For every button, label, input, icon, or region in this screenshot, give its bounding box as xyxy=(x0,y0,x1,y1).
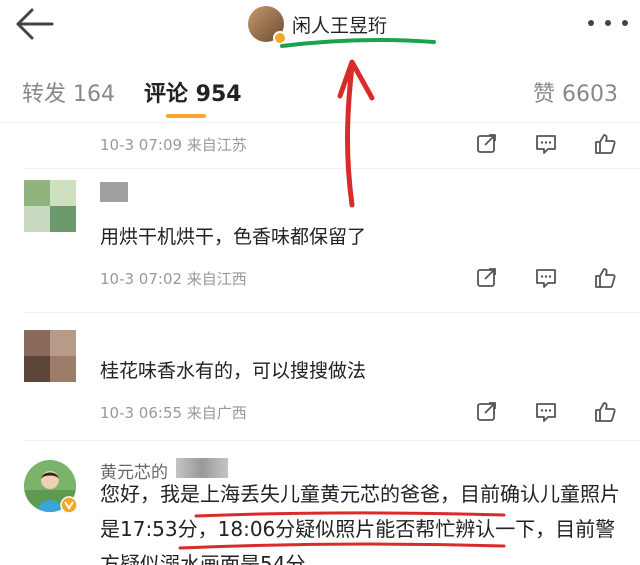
divider xyxy=(24,168,640,169)
arrow-left-icon[interactable] xyxy=(12,6,56,42)
tab-bar: 转发 164 评论 954 赞 6603 xyxy=(0,70,640,120)
comment-text: 您好，我是上海丢失儿童黄元芯的爸爸，目前确认儿童照片是17:53分，18:06分… xyxy=(100,482,620,565)
author-avatar[interactable] xyxy=(248,6,287,45)
like-icon[interactable] xyxy=(594,401,616,423)
tab-repost[interactable]: 转发 164 xyxy=(22,76,115,108)
active-tab-indicator xyxy=(166,114,206,118)
comment-icon[interactable] xyxy=(535,133,557,155)
like-icon[interactable] xyxy=(594,267,616,289)
share-icon[interactable] xyxy=(476,133,498,155)
commenter-avatar[interactable] xyxy=(24,180,76,232)
comment-meta: 10-3 07:09 来自江苏 xyxy=(100,136,247,154)
post-author[interactable]: 闲人王昱珩 xyxy=(248,4,388,45)
top-bar: 闲人王昱珩 xyxy=(0,0,640,58)
like-icon[interactable] xyxy=(594,133,616,155)
verified-badge-icon xyxy=(60,496,78,514)
verified-badge-icon xyxy=(273,31,287,45)
divider xyxy=(0,122,640,123)
page-title: 闲人王昱珩 xyxy=(292,14,388,37)
commenter-name-blurred xyxy=(176,458,228,478)
comment-meta: 10-3 07:02 来自江西 xyxy=(100,270,247,288)
share-icon[interactable] xyxy=(476,267,498,289)
share-icon[interactable] xyxy=(476,401,498,423)
comment-text: 桂花味香水有的，可以搜搜做法 xyxy=(100,360,367,382)
comment-actions xyxy=(476,267,616,289)
commenter-avatar[interactable] xyxy=(24,330,76,382)
divider xyxy=(24,312,640,313)
comment-actions xyxy=(476,133,616,155)
more-horizontal-icon[interactable] xyxy=(588,16,628,30)
comment-icon[interactable] xyxy=(535,267,557,289)
comment-icon[interactable] xyxy=(535,401,557,423)
tab-comment[interactable]: 评论 954 xyxy=(144,76,242,108)
tab-like[interactable]: 赞 6603 xyxy=(533,76,618,108)
comment-actions xyxy=(476,401,616,423)
commenter-name-blurred xyxy=(100,182,128,202)
comment-meta: 10-3 06:55 来自广西 xyxy=(100,404,247,422)
divider xyxy=(24,440,640,441)
comment-text: 用烘干机烘干，色香味都保留了 xyxy=(100,226,367,248)
